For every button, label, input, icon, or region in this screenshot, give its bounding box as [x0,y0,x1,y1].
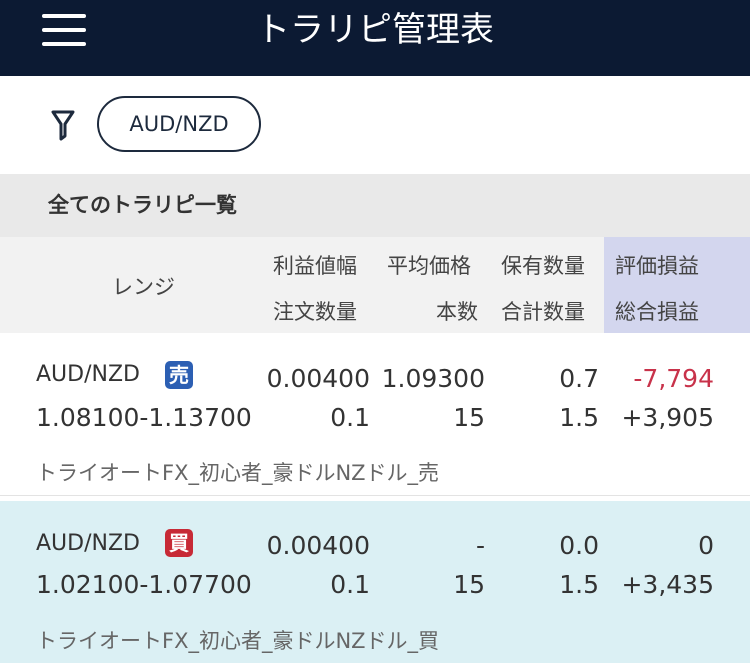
row-total-qty: 1.5 [559,570,599,599]
header-total-pl: 総合損益 [615,300,699,324]
row-avg-price: 1.09300 [381,364,485,393]
buy-badge: 買 [165,529,193,557]
row-order-qty: 0.1 [330,570,370,599]
trarip-row-sell[interactable]: AUD/NZD 売 1.08100-1.13700 0.00400 0.1 1.… [0,333,750,496]
row-pair: AUD/NZD [36,531,140,556]
row-range: 1.02100-1.07700 [36,570,252,599]
row-range: 1.08100-1.13700 [36,403,252,432]
header-range: レンジ [112,275,175,299]
app-header: トラリピ管理表 [0,0,750,76]
page-title: トラリピ管理表 [256,10,494,50]
header-count: 本数 [436,300,478,324]
row-count: 15 [453,403,485,432]
header-avg-price: 平均価格 [387,254,471,278]
sell-badge: 売 [165,361,193,389]
trarip-row-buy[interactable]: AUD/NZD 買 1.02100-1.07700 0.00400 0.1 - … [0,501,750,663]
row-strategy-name: トライオートFX_初心者_豪ドルNZドル_売 [36,461,440,485]
header-total-qty: 合計数量 [501,300,585,324]
row-profit-width: 0.00400 [266,364,370,393]
row-order-qty: 0.1 [330,403,370,432]
row-profit-width: 0.00400 [266,531,370,560]
row-pair: AUD/NZD [36,362,140,387]
filter-funnel-icon[interactable] [50,109,76,141]
header-order-qty: 注文数量 [273,300,357,324]
row-strategy-name: トライオートFX_初心者_豪ドルNZドル_買 [36,629,440,653]
row-total-pl: +3,905 [621,403,714,432]
row-count: 15 [453,570,485,599]
header-eval-pl: 評価損益 [615,254,699,278]
currency-pair-filter-chip[interactable]: AUD/NZD [97,96,261,152]
row-total-qty: 1.5 [559,403,599,432]
header-holding-qty: 保有数量 [501,254,585,278]
row-eval-pl: 0 [698,531,714,560]
header-profit-width: 利益値幅 [273,254,357,278]
row-eval-pl: -7,794 [633,364,714,393]
filter-bar: AUD/NZD [0,76,750,174]
row-holding-qty: 0.7 [559,364,599,393]
section-header: 全てのトラリピ一覧 [0,174,750,237]
row-holding-qty: 0.0 [559,531,599,560]
table-header: レンジ 利益値幅 注文数量 平均価格 本数 保有数量 合計数量 評価損益 総合損… [0,237,750,333]
section-title: 全てのトラリピ一覧 [48,193,237,217]
row-avg-price: - [475,531,485,560]
row-total-pl: +3,435 [621,570,714,599]
